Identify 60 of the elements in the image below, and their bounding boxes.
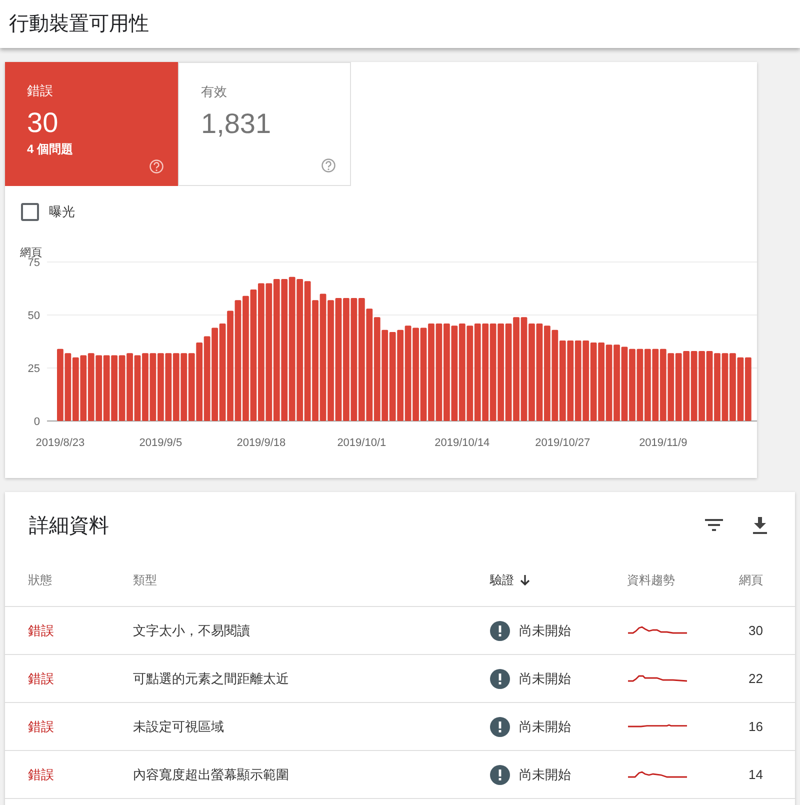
table-cell-text: 尚未開始 [519, 622, 571, 640]
status-text: 錯誤 [28, 622, 54, 638]
table-cell: 未設定可視區域 [133, 718, 224, 734]
axis-label: 50 [28, 310, 40, 322]
column-header[interactable]: 狀態 [28, 571, 52, 589]
sparkline [627, 770, 688, 778]
axis-label: 2019/11/9 [639, 436, 688, 448]
column-header[interactable]: 類型 [133, 571, 157, 589]
help-icon[interactable] [149, 159, 164, 174]
exclamation-icon [490, 620, 510, 640]
status-text: 錯誤 [28, 766, 54, 782]
card-value: 1,831 [201, 110, 272, 138]
exclamation-icon [490, 764, 510, 784]
table-cell: 可點選的元素之間距離太近 [133, 670, 289, 686]
table-cell: 內容寬度超出螢幕顯示範圍 [133, 766, 289, 782]
table-cell-text: 尚未開始 [519, 766, 571, 784]
column-header[interactable]: 網頁 [739, 571, 763, 589]
table-row[interactable]: 錯誤 內容寬度超出螢幕顯示範圍 尚未開始 14 [5, 751, 795, 799]
table-cell-text: 22 [748, 670, 763, 688]
checkbox[interactable] [21, 202, 39, 221]
status-text: 錯誤 [28, 670, 54, 686]
table-cell-text: 尚未開始 [519, 718, 571, 736]
sparkline [627, 724, 688, 729]
axis-label: 2019/10/27 [535, 436, 590, 448]
sparkline [627, 674, 688, 682]
card-subtitle: 4 個問題 [27, 143, 74, 155]
page-title: 行動裝置可用性 [9, 12, 149, 37]
table-row[interactable]: 錯誤 文字太小，不易閱讀 尚未開始 30 [5, 607, 795, 655]
table-cell-text: 16 [748, 718, 763, 736]
card-label: 有效 [201, 85, 228, 98]
exclamation-icon [490, 716, 510, 736]
axis-label: 2019/9/5 [139, 436, 182, 448]
axis-label: 2019/8/23 [36, 436, 85, 448]
status-text: 錯誤 [28, 718, 54, 734]
table-cell-text: 30 [748, 622, 763, 640]
help-icon[interactable] [321, 158, 336, 173]
table-row[interactable]: 錯誤 未設定可視區域 尚未開始 16 [5, 703, 795, 751]
card-label: 錯誤 [27, 84, 54, 97]
download-icon[interactable] [753, 516, 767, 534]
table-cell-text: 14 [748, 766, 763, 784]
axis-title: 網頁 [20, 248, 43, 258]
axis-label: 2019/10/14 [434, 436, 490, 448]
filter-icon[interactable] [705, 519, 723, 531]
sparkline [627, 626, 688, 635]
section-title: 詳細資料 [29, 514, 110, 539]
axis-label: 25 [28, 362, 40, 374]
axis-label: 0 [34, 416, 40, 428]
table-cell: 文字太小，不易閱讀 [133, 622, 250, 638]
checkbox-label: 曝光 [49, 203, 75, 221]
axis-label: 75 [28, 256, 40, 268]
summary-card[interactable]: 有效 1,831 [178, 62, 351, 186]
axis-label: 2019/9/18 [236, 436, 286, 448]
table-row[interactable]: 錯誤 可點選的元素之間距離太近 尚未開始 22 [5, 655, 795, 703]
column-header[interactable]: 資料趨勢 [627, 571, 675, 589]
card-value: 30 [27, 109, 60, 137]
exclamation-icon [490, 668, 510, 688]
table-cell-text: 尚未開始 [519, 670, 571, 688]
summary-card[interactable]: 錯誤 30 4 個問題 [5, 62, 178, 186]
column-header[interactable]: 驗證 [490, 571, 514, 589]
axis-label: 2019/10/1 [337, 436, 386, 448]
